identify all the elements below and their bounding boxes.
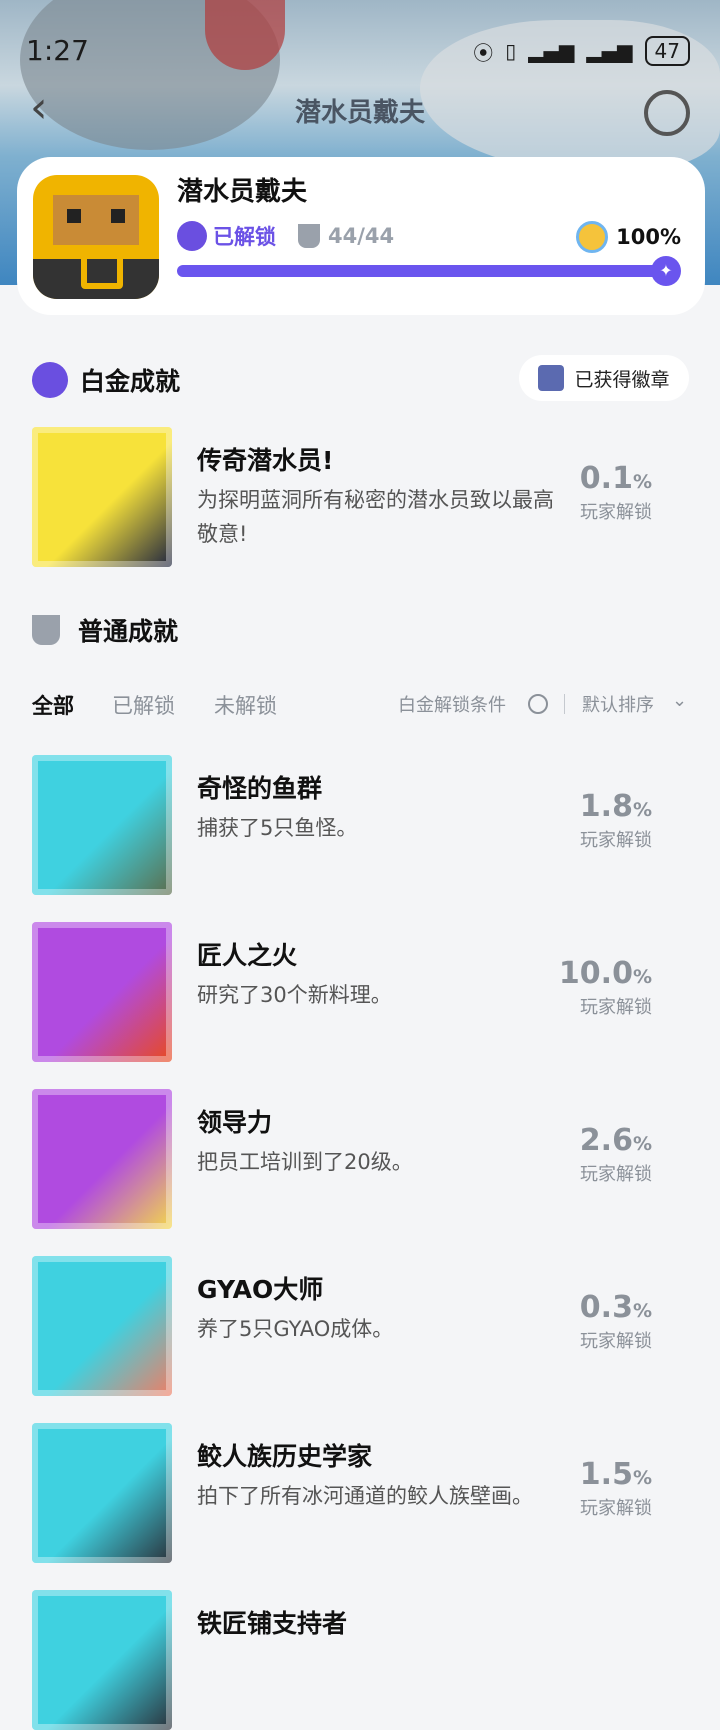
achievement-thumbnail (32, 1256, 172, 1396)
progress-bar: ✦ (177, 256, 681, 286)
signal-icon: ▂▄▆ (528, 39, 575, 63)
unlock-rate-value: 0.1 (579, 461, 633, 496)
unlock-rate-unit: % (632, 799, 652, 821)
medal-icon (576, 221, 609, 253)
unlock-rate-unit: % (632, 1467, 652, 1489)
unlock-rate: 1.5% 玩家解锁 (580, 1457, 652, 1520)
unlock-rate-label: 玩家解锁 (580, 830, 652, 851)
nfc-icon: ⦿ (473, 40, 494, 65)
achievement-name: 领导力 (197, 1108, 273, 1137)
unlock-rate-unit: % (632, 1300, 652, 1322)
section-title: 普通成就 (78, 617, 179, 646)
achievement-thumbnail (32, 1590, 172, 1730)
unlocked-label: 已解锁 (213, 225, 276, 249)
toggle-circle-icon[interactable] (528, 694, 548, 714)
unlock-rate: 0.3% 玩家解锁 (580, 1290, 652, 1353)
sparkle-icon: ✦ (651, 256, 681, 286)
status-time: 1:27 (26, 34, 89, 67)
unlock-rate: 1.8% 玩家解锁 (580, 789, 652, 852)
achievement-item[interactable]: 奇怪的鱼群 捕获了5只鱼怪。 1.8% 玩家解锁 (32, 755, 692, 895)
achievement-desc: 捕获了5只鱼怪。 (197, 816, 358, 840)
game-icon (33, 175, 159, 299)
achievement-desc: 把员工培训到了20级。 (197, 1150, 413, 1174)
game-summary-card: 潜水员戴夫 已解锁 44/44 100% ✦ (17, 157, 705, 315)
achievement-name: 传奇潜水员! (197, 446, 334, 475)
unlock-rate-unit: % (632, 966, 652, 988)
platinum-icon (177, 221, 207, 251)
achievement-item[interactable]: 铁匠铺支持者 (32, 1590, 692, 1730)
platinum-condition-label[interactable]: 白金解锁条件 (398, 691, 506, 717)
achievement-name: GYAO大师 (197, 1275, 324, 1304)
achievement-desc: 研究了30个新料理。 (197, 983, 392, 1007)
achievement-thumbnail (32, 922, 172, 1062)
tab-unlocked[interactable]: 已解锁 (112, 690, 175, 720)
unlock-rate-label: 玩家解锁 (580, 1164, 652, 1185)
unlock-rate-label: 玩家解锁 (580, 502, 652, 523)
battery-icon: 47 (644, 36, 690, 66)
trophy-icon (32, 615, 60, 645)
unlock-rate-label: 玩家解锁 (580, 997, 652, 1018)
chevron-down-icon[interactable]: ⌄ (672, 690, 687, 711)
status-icons: ⦿ ▯ ▂▄▆ ▂▄▆ 47 (473, 36, 690, 66)
unlock-rate: 0.1% 玩家解锁 (580, 461, 652, 524)
share-icon[interactable] (644, 90, 690, 136)
achievement-name: 奇怪的鱼群 (197, 774, 323, 803)
tab-all[interactable]: 全部 (32, 690, 74, 720)
unlock-rate-value: 0.3 (579, 1290, 633, 1325)
trophy-icon (298, 224, 320, 248)
signal-icon: ▂▄▆ (586, 39, 633, 63)
achievement-thumbnail (32, 427, 172, 567)
filter-tabs: 全部 已解锁 未解锁 白金解锁条件 默认排序 ⌄ (32, 690, 692, 720)
achievement-name: 鲛人族历史学家 (197, 1442, 373, 1471)
achievement-item[interactable]: 领导力 把员工培训到了20级。 2.6% 玩家解锁 (32, 1089, 692, 1229)
game-name: 潜水员戴夫 (177, 177, 308, 207)
unlock-rate-label: 玩家解锁 (580, 1331, 652, 1352)
status-bar: 1:27 ⦿ ▯ ▂▄▆ ▂▄▆ 47 (0, 30, 720, 74)
earned-badge-button[interactable]: 已获得徽章 (519, 355, 689, 401)
achievement-thumbnail (32, 755, 172, 895)
achievement-name: 铁匠铺支持者 (197, 1609, 348, 1638)
section-title: 白金成就 (80, 367, 181, 396)
unlock-rate-value: 1.8 (579, 789, 633, 824)
platinum-achievement[interactable]: 传奇潜水员! 为探明蓝洞所有秘密的潜水员致以最高敬意! 0.1% 玩家解锁 (32, 427, 692, 567)
unlock-rate-unit: % (632, 1133, 652, 1155)
achievement-desc: 拍下了所有冰河通道的鲛人族壁画。 (197, 1484, 533, 1508)
achievement-name: 匠人之火 (197, 941, 298, 970)
unlock-rate: 10.0% 玩家解锁 (559, 956, 652, 1019)
unlock-rate-label: 玩家解锁 (580, 1498, 652, 1519)
sort-dropdown[interactable]: 默认排序 (582, 691, 654, 717)
achievement-count: 44/44 (328, 224, 395, 248)
nav-bar: ‹ 潜水员戴夫 (0, 80, 720, 140)
completion: 100% (576, 221, 681, 253)
divider (564, 694, 565, 714)
achievement-thumbnail (32, 1423, 172, 1563)
achievement-item[interactable]: GYAO大师 养了5只GYAO成体。 0.3% 玩家解锁 (32, 1256, 692, 1396)
achievement-desc: 为探明蓝洞所有秘密的潜水员致以最高敬意! (197, 488, 554, 546)
earned-badge-label: 已获得徽章 (574, 368, 670, 391)
normal-section-header: 普通成就 (32, 612, 178, 648)
vibrate-icon: ▯ (505, 39, 517, 63)
unlock-rate-unit: % (632, 471, 652, 493)
unlock-rate-value: 1.5 (579, 1457, 633, 1492)
tab-locked[interactable]: 未解锁 (214, 690, 277, 720)
achievement-item[interactable]: 匠人之火 研究了30个新料理。 10.0% 玩家解锁 (32, 922, 692, 1062)
platinum-icon (32, 362, 68, 398)
badge-icon (538, 365, 565, 391)
completion-percent: 100% (616, 225, 681, 249)
achievement-desc: 养了5只GYAO成体。 (197, 1317, 394, 1341)
unlock-stats: 已解锁 44/44 (177, 221, 394, 251)
achievement-item[interactable]: 鲛人族历史学家 拍下了所有冰河通道的鲛人族壁画。 1.5% 玩家解锁 (32, 1423, 692, 1563)
achievement-thumbnail (32, 1089, 172, 1229)
page-title: 潜水员戴夫 (294, 98, 425, 128)
unlock-rate-value: 2.6 (579, 1123, 633, 1158)
unlock-rate: 2.6% 玩家解锁 (580, 1123, 652, 1186)
unlock-rate-value: 10.0 (558, 956, 633, 991)
platinum-section-header: 白金成就 (32, 362, 180, 398)
